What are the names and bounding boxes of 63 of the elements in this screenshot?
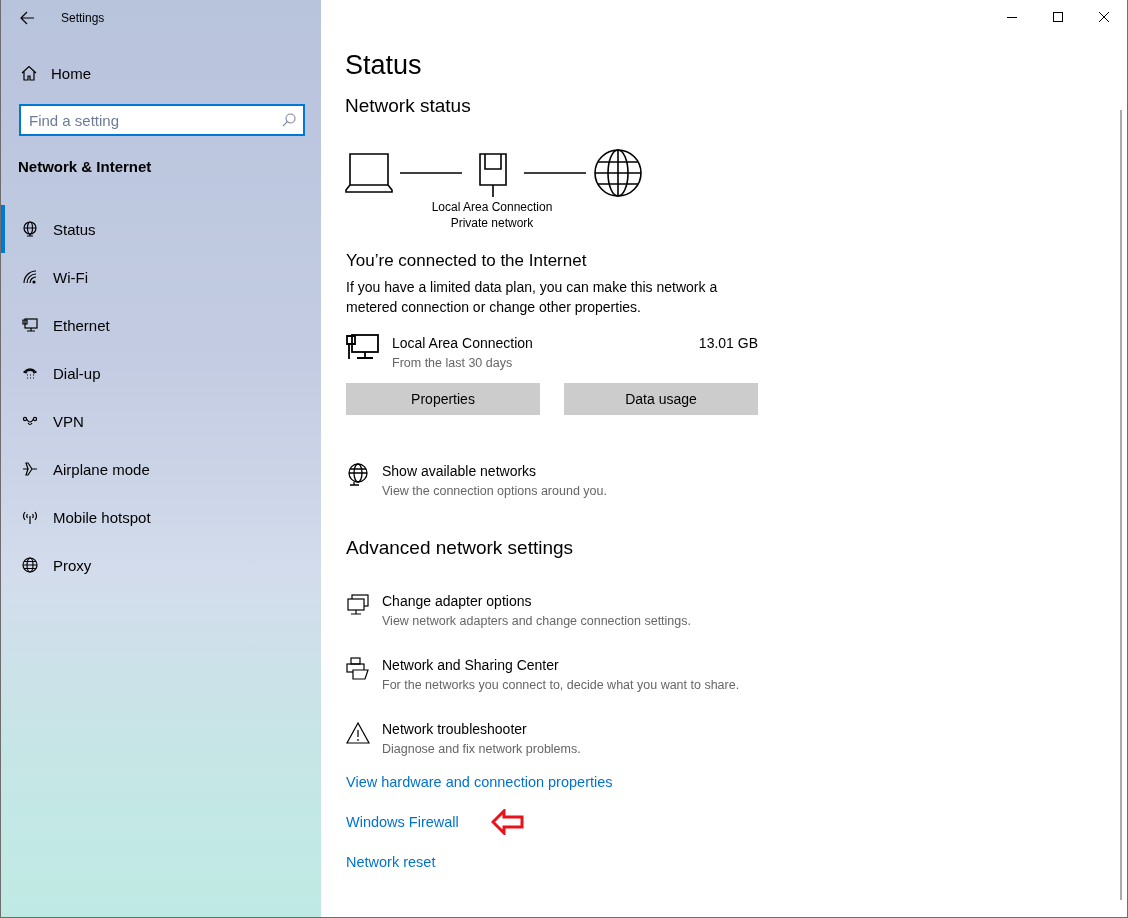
- nav-item[interactable]: VPN: [1, 397, 321, 445]
- connection-description: If you have a limited data plan, you can make this network a metered connection or change other properties.: [346, 278, 719, 317]
- section-heading: Advanced network settings: [346, 537, 575, 559]
- laptop-icon: [345, 153, 393, 193]
- back-arrow-icon[interactable]: [19, 10, 35, 26]
- dial-up-icon: [22, 365, 38, 381]
- nav-item[interactable]: Airplane mode: [1, 445, 321, 493]
- option-description: View network adapters and change connection settings.: [382, 613, 691, 630]
- monitors-icon: [346, 593, 370, 617]
- nav-item[interactable]: Mobile hotspot: [1, 493, 321, 541]
- maximize-icon: [1053, 12, 1063, 22]
- hotspot-icon: [22, 509, 38, 525]
- adapter-name: Local Area Connection: [392, 334, 534, 353]
- nav-item[interactable]: Dial-up: [1, 349, 321, 397]
- globe-monitor-icon: [346, 463, 370, 487]
- settings-link[interactable]: Network reset: [346, 852, 436, 872]
- section-heading: Network status: [345, 95, 472, 117]
- settings-option[interactable]: Network troubleshooter Diagnose and fix network problems.: [346, 719, 765, 759]
- globe-icon: [594, 149, 642, 197]
- show-networks-option[interactable]: Show available networks View the connection options around you.: [346, 461, 765, 501]
- data-usage-button[interactable]: Data usage: [564, 383, 758, 415]
- home-icon: [21, 65, 37, 81]
- minimize-icon: [1007, 16, 1017, 18]
- router-icon: [479, 153, 507, 198]
- home-nav-item[interactable]: Home: [1, 55, 321, 91]
- nav-item[interactable]: Ethernet: [1, 301, 321, 349]
- connector-line: [399, 172, 463, 174]
- option-description: Diagnose and fix network problems.: [382, 741, 581, 758]
- annotation-arrow-icon: [490, 809, 525, 835]
- network-type: Private network: [449, 215, 535, 231]
- ethernet-monitor-icon: [346, 333, 380, 361]
- globe-icon: [22, 557, 38, 573]
- scrollbar[interactable]: [1120, 110, 1122, 900]
- close-icon: [1099, 12, 1109, 22]
- warning-icon: [346, 721, 370, 745]
- nav-item[interactable]: Proxy: [1, 541, 321, 589]
- properties-button[interactable]: Properties: [346, 383, 540, 415]
- connection-heading: You’re connected to the Internet: [346, 251, 588, 271]
- settings-link[interactable]: Windows Firewall: [346, 812, 459, 832]
- search-field[interactable]: Find a setting: [19, 104, 305, 136]
- settings-link[interactable]: View hardware and connection properties: [346, 772, 613, 792]
- network-name: Local Area Connection: [430, 199, 554, 215]
- option-title: Network and Sharing Center: [382, 656, 560, 675]
- ethernet-icon: [22, 317, 38, 333]
- printer-folder-icon: [346, 657, 370, 681]
- settings-option[interactable]: Change adapter options View network adapters and change connection settings.: [346, 591, 765, 631]
- window-title: Settings: [61, 11, 105, 25]
- globe-monitor-icon: [22, 221, 38, 237]
- option-title: Network troubleshooter: [382, 720, 528, 739]
- search-icon: [282, 113, 296, 127]
- option-title: Change adapter options: [382, 592, 533, 611]
- wifi-icon: [22, 269, 38, 285]
- page-title: Status: [345, 49, 423, 82]
- option-title: Show available networks: [382, 462, 538, 481]
- option-description: For the networks you connect to, decide what you want to share.: [382, 677, 740, 694]
- airplane-icon: [22, 461, 38, 477]
- section-heading: Network & Internet: [18, 158, 153, 175]
- option-description: View the connection options around you.: [382, 483, 607, 500]
- settings-option[interactable]: Network and Sharing Center For the networks you connect to, decide what you want to share.: [346, 655, 765, 695]
- data-usage-amount: 13.01 GB: [698, 334, 758, 353]
- nav-item[interactable]: Wi-Fi: [1, 253, 321, 301]
- usage-period: From the last 30 days: [392, 355, 514, 372]
- connector-line: [523, 172, 587, 174]
